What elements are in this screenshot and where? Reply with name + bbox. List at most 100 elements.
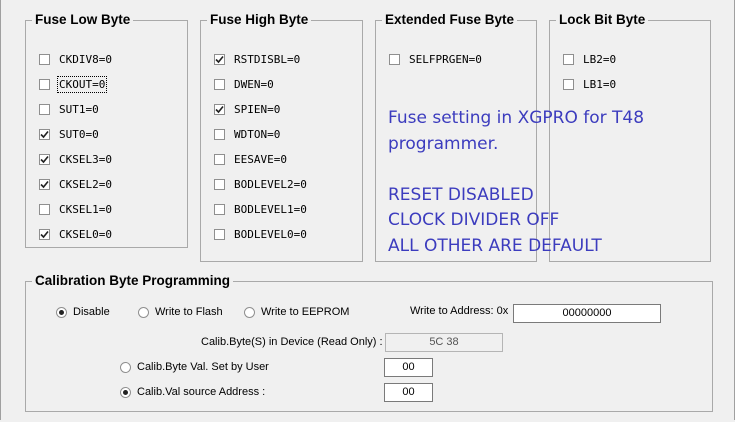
write-address-input[interactable]: 00000000 (513, 304, 661, 323)
fuse-low-checkbox-label: CKSEL0=0 (59, 227, 112, 241)
calibration-title: Calibration Byte Programming (32, 273, 234, 289)
annotation-line: CLOCK DIVIDER OFF (388, 210, 560, 230)
radio-calib-source-address-circle[interactable] (120, 386, 131, 398)
radio-write-flash-circle[interactable] (138, 306, 149, 318)
radio-write-flash-label: Write to Flash (155, 306, 223, 318)
fuse-high-checkbox-row[interactable]: RSTDISBL=0 (214, 51, 300, 67)
lock-bit-checkbox-label: LB1=0 (583, 77, 617, 91)
lock-bit-checkbox-row[interactable]: LB1=0 (563, 76, 616, 92)
fuse-high-checkbox-row[interactable]: BODLEVEL0=0 (214, 226, 307, 242)
radio-write-eeprom[interactable]: Write to EEPROM (244, 304, 349, 320)
checkmark-icon (215, 55, 224, 63)
fuse-high-checkbox[interactable] (214, 53, 225, 65)
radio-calib-set-by-user-label: Calib.Byte Val. Set by User (137, 361, 269, 373)
radio-write-eeprom-circle[interactable] (244, 306, 255, 318)
fuse-low-checkbox-row[interactable]: SUT1=0 (39, 101, 99, 117)
fuse-high-checkbox-label: SPIEN=0 (234, 102, 281, 116)
fuse-low-checkbox[interactable] (39, 128, 50, 140)
lock-bit-checkbox[interactable] (563, 78, 574, 90)
fuse-low-checkbox-row[interactable]: CKDIV8=0 (39, 51, 112, 67)
fuse-high-checkbox[interactable] (214, 128, 225, 140)
fuse-low-checkbox-row[interactable]: CKSEL2=0 (39, 176, 112, 192)
radio-calib-source-address-label: Calib.Val source Address : (137, 386, 266, 398)
fuse-high-checkbox[interactable] (214, 78, 225, 90)
fuse-low-checkbox-label: SUT0=0 (59, 127, 99, 141)
fuse-low-checkbox-row[interactable]: CKSEL3=0 (39, 151, 112, 167)
fuse-high-checkbox-label: DWEN=0 (234, 77, 274, 91)
lock-bit-checkbox[interactable] (563, 53, 574, 65)
fuse-low-checkbox-label: CKSEL1=0 (59, 202, 112, 216)
fuse-low-checkbox[interactable] (39, 178, 50, 190)
extended-fuse-byte-title: Extended Fuse Byte (382, 12, 518, 28)
extended-fuse-checkbox-row[interactable]: SELFPRGEN=0 (389, 51, 482, 67)
fuse-high-checkbox-row[interactable]: EESAVE=0 (214, 151, 287, 167)
fuse-high-checkbox-label: BODLEVEL0=0 (234, 227, 307, 241)
radio-disable-label: Disable (73, 306, 110, 318)
fuse-low-checkbox[interactable] (39, 53, 50, 65)
fuse-low-checkbox-row[interactable]: SUT0=0 (39, 126, 99, 142)
fuse-high-checkbox-row[interactable]: BODLEVEL1=0 (214, 201, 307, 217)
fuse-high-byte-title: Fuse High Byte (207, 12, 312, 28)
lock-bit-byte-title: Lock Bit Byte (556, 12, 649, 28)
fuse-high-checkbox-label: BODLEVEL1=0 (234, 202, 307, 216)
fuse-high-checkbox[interactable] (214, 103, 225, 115)
annotation-line: ALL OTHER ARE DEFAULT (388, 235, 602, 256)
radio-calib-set-by-user-circle[interactable] (120, 361, 131, 373)
fuse-low-byte-group: Fuse Low Byte CKDIV8=0 CKOUT=0 SUT1=0 SUT0=… (25, 12, 188, 248)
fuse-high-checkbox-row[interactable]: SPIEN=0 (214, 101, 280, 117)
fuse-low-checkbox-label: CKDIV8=0 (59, 52, 112, 66)
fuse-low-checkbox-label: CKSEL3=0 (59, 152, 112, 166)
annotation-line: programmer. (388, 133, 499, 154)
radio-write-flash[interactable]: Write to Flash (138, 304, 223, 320)
checkmark-icon (215, 105, 224, 113)
checkmark-icon (40, 230, 49, 238)
fuse-low-checkbox-label: CKOUT=0 (56, 75, 108, 93)
fuse-high-byte-group: Fuse High Byte RSTDISBL=0 DWEN=0 SPIEN=0 WD… (200, 12, 363, 262)
fuse-low-checkbox[interactable] (39, 153, 50, 165)
write-address-label: Write to Address: 0x (410, 305, 509, 317)
fuse-low-checkbox[interactable] (39, 103, 50, 115)
fuse-high-checkbox[interactable] (214, 153, 225, 165)
fuse-low-checkbox[interactable] (39, 203, 50, 215)
fuse-low-checkbox[interactable] (39, 228, 50, 240)
checkmark-icon (40, 130, 49, 138)
fuse-high-checkbox[interactable] (214, 228, 225, 240)
annotation-line (388, 157, 644, 183)
radio-calib-set-by-user[interactable]: Calib.Byte Val. Set by User (120, 359, 269, 375)
fuse-low-checkbox-row[interactable]: CKSEL0=0 (39, 226, 112, 242)
fuse-high-checkbox-label: EESAVE=0 (234, 152, 287, 166)
lock-bit-checkbox-label: LB2=0 (583, 52, 617, 66)
calib-source-address-input[interactable]: 00 (384, 383, 433, 402)
lock-bit-checkbox-row[interactable]: LB2=0 (563, 51, 616, 67)
extended-fuse-checkbox-label: SELFPRGEN=0 (409, 52, 482, 66)
radio-selected-dot (59, 309, 64, 315)
fuse-high-checkbox-label: RSTDISBL=0 (234, 52, 301, 66)
radio-disable-circle[interactable] (56, 306, 67, 318)
checkmark-icon (40, 180, 49, 188)
fuse-high-checkbox-label: WDTON=0 (234, 127, 281, 141)
annotation-line: Fuse setting in XGPRO for T48 (388, 108, 645, 128)
fuse-low-checkbox-row[interactable]: CKOUT=0 (39, 75, 108, 93)
fuse-low-checkbox-label: SUT1=0 (59, 102, 99, 116)
radio-selected-dot (123, 389, 128, 395)
radio-disable[interactable]: Disable (56, 304, 110, 320)
fuse-low-checkbox-label: CKSEL2=0 (59, 177, 112, 191)
calib-device-label: Calib.Byte(S) in Device (Read Only) : (201, 336, 383, 348)
fuse-high-checkbox-row[interactable]: BODLEVEL2=0 (214, 176, 307, 192)
calib-user-value-input[interactable]: 00 (384, 358, 433, 377)
radio-write-eeprom-label: Write to EEPROM (261, 306, 350, 318)
radio-calib-source-address[interactable]: Calib.Val source Address : (120, 384, 265, 400)
fuse-high-checkbox-row[interactable]: WDTON=0 (214, 126, 280, 142)
checkmark-icon (40, 155, 49, 163)
fuse-low-byte-title: Fuse Low Byte (32, 12, 134, 28)
fuse-high-checkbox[interactable] (214, 203, 225, 215)
annotation-note: Fuse setting in XGPRO for T48 programmer.… (388, 106, 644, 259)
fuse-low-checkbox[interactable] (39, 78, 50, 90)
calib-device-value: 5C 38 (385, 333, 503, 352)
fuse-low-checkbox-row[interactable]: CKSEL1=0 (39, 201, 112, 217)
fuse-high-checkbox-row[interactable]: DWEN=0 (214, 76, 274, 92)
annotation-line: RESET DISABLED (388, 184, 534, 205)
fuse-high-checkbox-label: BODLEVEL2=0 (234, 177, 307, 191)
fuse-high-checkbox[interactable] (214, 178, 225, 190)
extended-fuse-checkbox[interactable] (389, 53, 400, 65)
